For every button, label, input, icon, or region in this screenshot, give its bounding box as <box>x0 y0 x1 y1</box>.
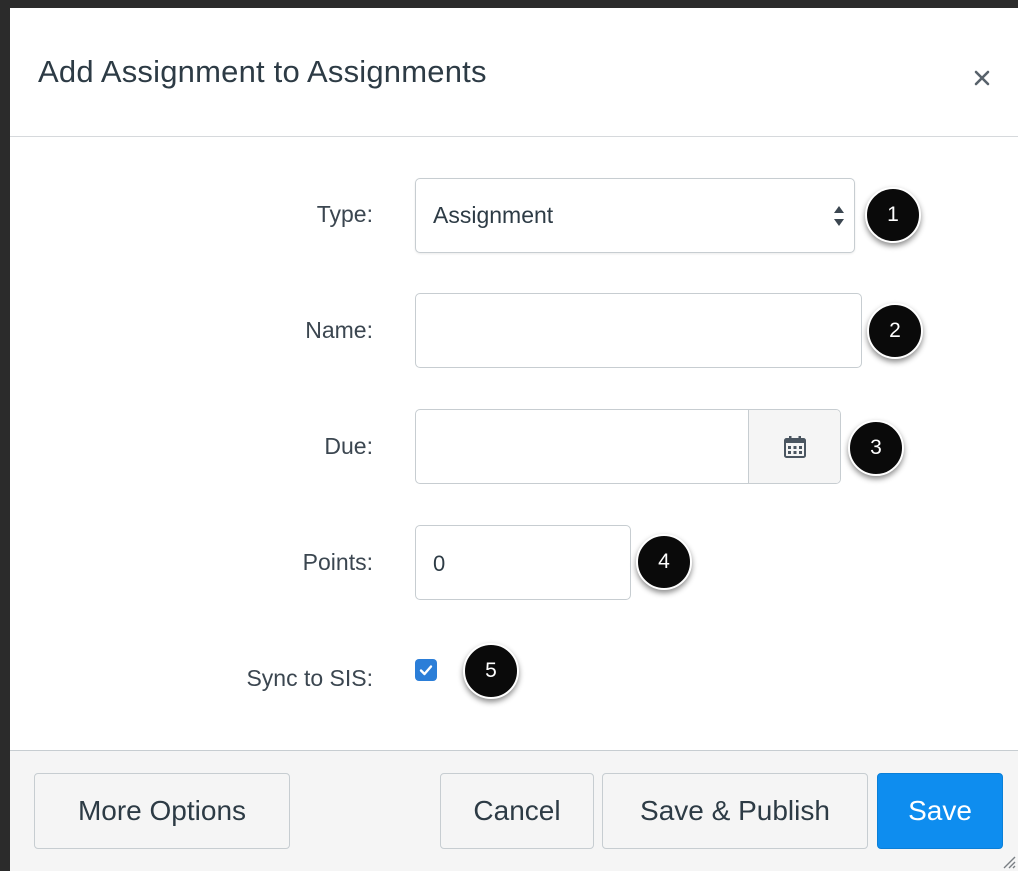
callout-1: 1 <box>865 187 921 243</box>
dialog-header: Add Assignment to Assignments <box>10 8 1018 137</box>
dialog: Add Assignment to Assignments Type: Assi… <box>10 8 1018 871</box>
save-and-publish-button[interactable]: Save & Publish <box>602 773 868 849</box>
close-icon <box>974 70 990 86</box>
dialog-body: Type: Assignment 1 Name: 2 Due: 3 Points… <box>10 137 1018 750</box>
save-button[interactable]: Save <box>877 773 1003 849</box>
callout-3: 3 <box>848 420 904 476</box>
points-value: 0 <box>433 551 446 576</box>
callout-5: 5 <box>463 643 519 699</box>
due-date-input[interactable] <box>416 410 750 483</box>
type-select[interactable]: Assignment <box>415 178 855 253</box>
close-button[interactable] <box>968 64 996 92</box>
dialog-title: Add Assignment to Assignments <box>38 54 487 89</box>
more-options-button[interactable]: More Options <box>34 773 290 849</box>
points-label: Points: <box>302 549 373 575</box>
points-input[interactable]: 0 <box>415 525 631 600</box>
callout-2: 2 <box>867 303 923 359</box>
due-date-field <box>415 409 841 484</box>
type-select-value: Assignment <box>433 202 554 228</box>
name-label: Name: <box>305 317 373 343</box>
calendar-button[interactable] <box>748 410 840 483</box>
name-input[interactable] <box>415 293 862 368</box>
sync-to-sis-checkbox[interactable] <box>415 659 437 681</box>
resize-grip-icon[interactable] <box>998 851 1016 869</box>
cancel-button[interactable]: Cancel <box>440 773 594 849</box>
type-label: Type: <box>316 201 373 227</box>
sort-arrows-icon <box>834 206 844 226</box>
due-label: Due: <box>324 433 373 459</box>
calendar-icon <box>783 435 806 458</box>
dialog-footer: More Options Cancel Save & Publish Save <box>10 750 1018 871</box>
sync-label: Sync to SIS: <box>246 665 373 691</box>
checkmark-icon <box>419 665 433 676</box>
callout-4: 4 <box>636 534 692 590</box>
